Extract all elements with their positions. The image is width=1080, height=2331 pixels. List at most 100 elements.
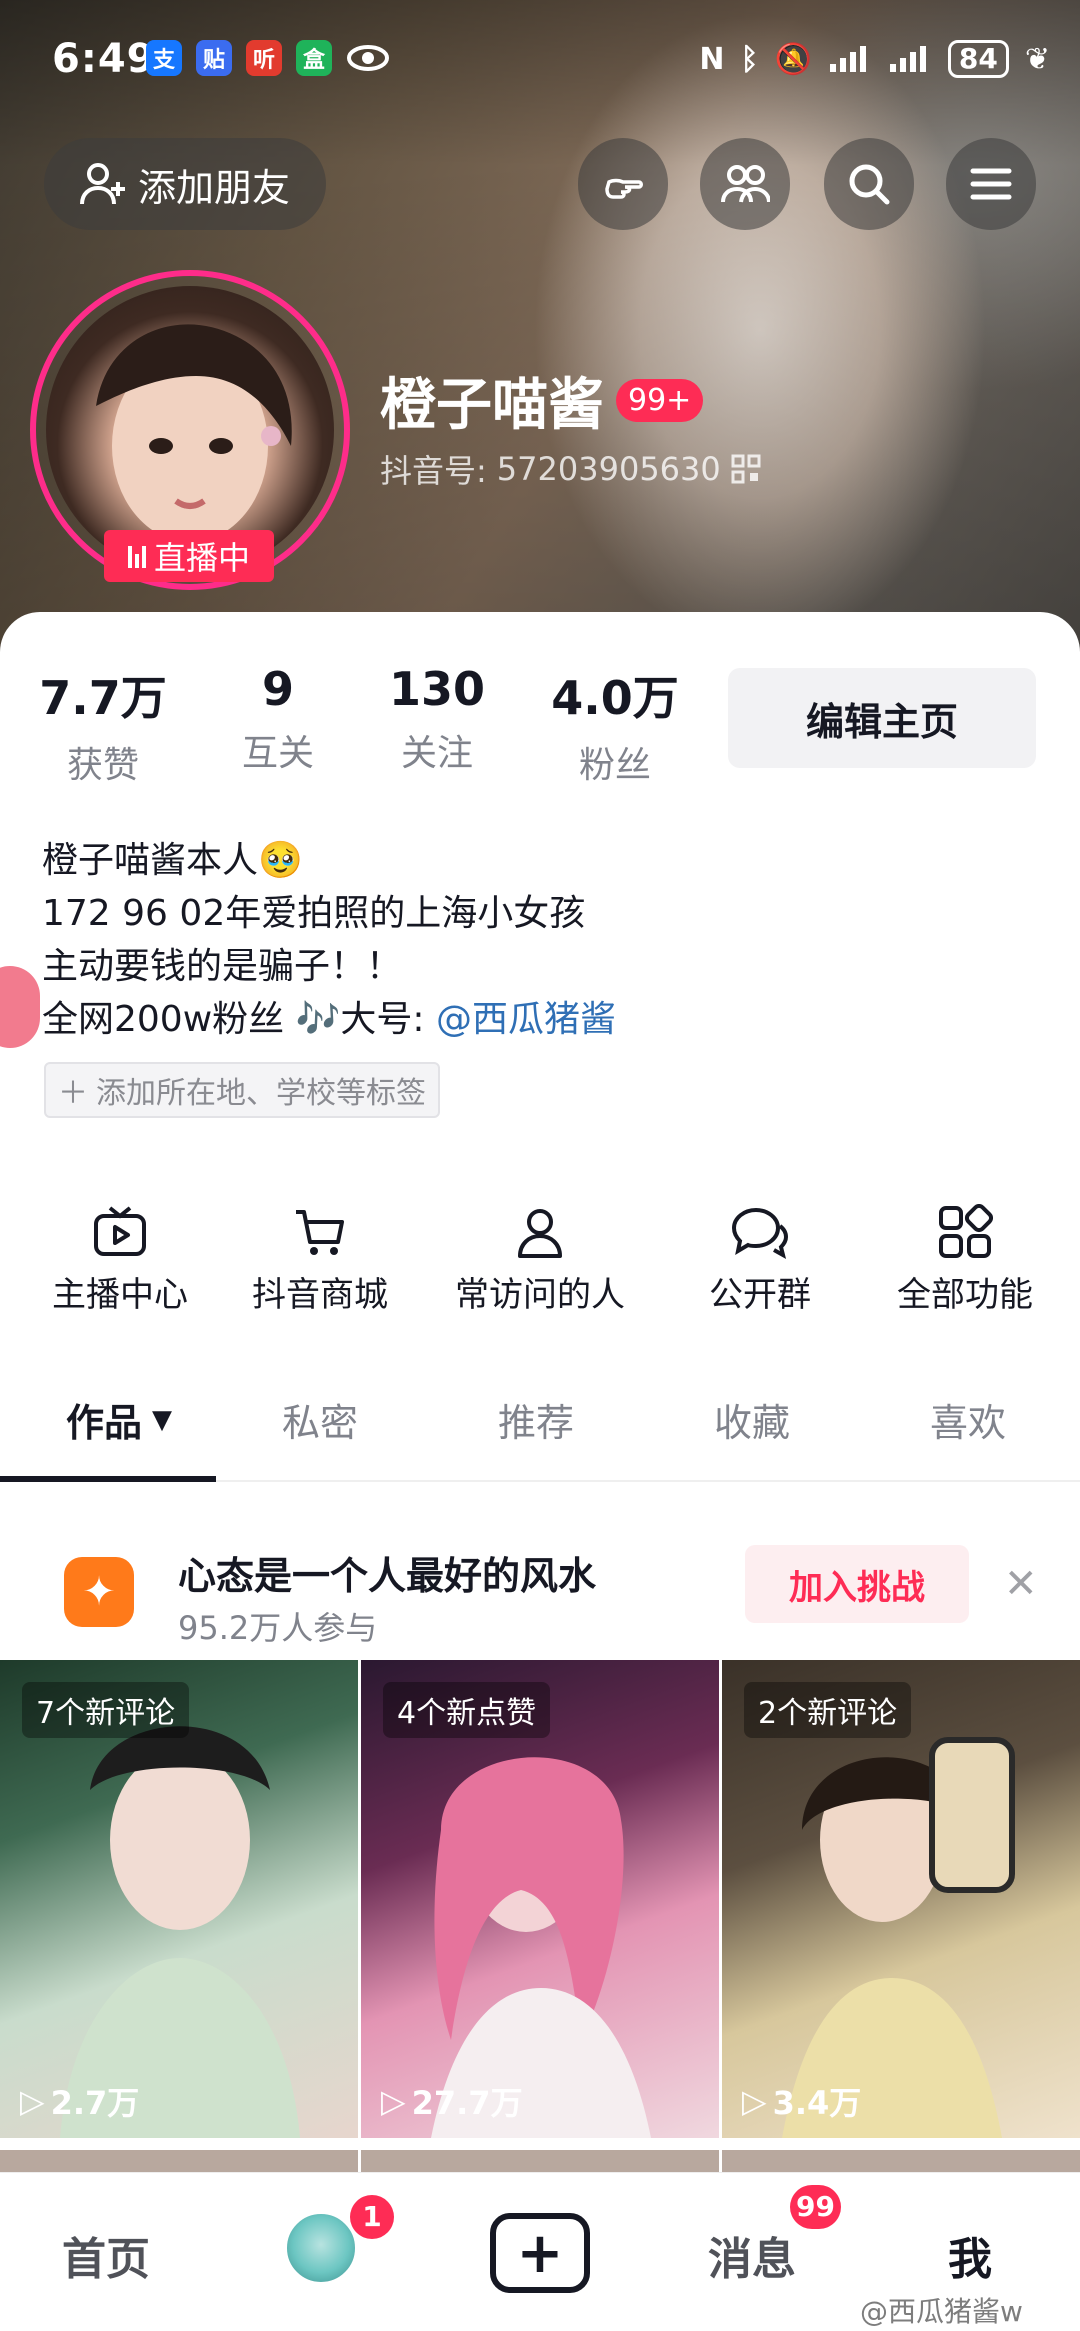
- add-friend-button[interactable]: 添加朋友: [44, 138, 326, 230]
- nickname-badge[interactable]: 99+: [616, 379, 704, 422]
- messages-badge: 99: [790, 2185, 841, 2229]
- add-friend-label: 添加朋友: [137, 165, 290, 210]
- video-note: 7个新评论: [22, 1682, 190, 1738]
- signal-icon-2: [889, 46, 926, 72]
- tab-likes[interactable]: 喜欢: [930, 1392, 1006, 1447]
- add-tag-button[interactable]: ＋ 添加所在地、学校等标签: [44, 1062, 440, 1118]
- dropdown-triangle-icon[interactable]: ▼: [152, 1405, 172, 1435]
- feature-anchor-center[interactable]: 主播中心: [40, 1197, 200, 1316]
- add-tag-label: 添加所在地、学校等标签: [96, 1076, 426, 1111]
- video-thumbnail[interactable]: 7个新评论 ▷ 2.7万: [0, 1660, 358, 2138]
- menu-icon: [970, 168, 1012, 200]
- close-icon[interactable]: ✕: [1004, 1561, 1038, 1607]
- watermark: @西瓜猪酱w: [860, 2295, 1023, 2328]
- feature-label: 抖音商城: [252, 1275, 388, 1315]
- video-thumbnail[interactable]: 2个新评论 ▷ 3.4万: [722, 1660, 1080, 2138]
- stat-label: 关注: [400, 733, 473, 774]
- douyin-id-row[interactable]: 抖音号: 57203905630: [380, 446, 761, 492]
- douyin-id: 57203905630: [496, 450, 721, 488]
- active-tab-indicator: [0, 1476, 216, 1482]
- douyin-id-label: 抖音号:: [380, 452, 487, 490]
- bio-text: 全网200w粉丝 🎶大号:: [42, 999, 425, 1040]
- bio: 橙子喵酱本人🥹 172 96 02年爱拍照的上海小女孩 主动要钱的是骗子！！ 全…: [42, 834, 616, 1046]
- play-count: ▷ 2.7万: [20, 2078, 139, 2124]
- challenge-title: 心态是一个人最好的风水: [178, 1554, 597, 1598]
- stat-followers[interactable]: 4.0万 粉丝: [540, 662, 690, 788]
- tieba-icon: 贴: [196, 40, 232, 76]
- profile-card: 7.7万 获赞 9 互关 130 关注 4.0万 粉丝 编辑主页 橙子喵酱本人🥹…: [0, 612, 1080, 2331]
- visitors-button[interactable]: [578, 138, 668, 230]
- feature-label: 全部功能: [897, 1275, 1033, 1315]
- play-count-value: 3.4万: [772, 2084, 862, 2122]
- bio-text: 橙子喵酱本人: [42, 840, 259, 881]
- live-bars-icon: [127, 544, 146, 568]
- challenge-sparkle-icon: ✦: [64, 1557, 134, 1627]
- bio-line: 全网200w粉丝 🎶大号: @西瓜猪酱: [42, 993, 616, 1046]
- feature-label: 常访问的人: [455, 1275, 625, 1315]
- feature-shortcuts: 主播中心 抖音商城 常访问的人 公开群 全部功能: [0, 1197, 1080, 1327]
- content-tabs: 作品 ▼ 私密 推荐 收藏 喜欢: [0, 1382, 1080, 1482]
- play-icon: ▷: [20, 2082, 45, 2120]
- nickname-row: 橙子喵酱 99+: [380, 360, 704, 441]
- edit-profile-button[interactable]: 编辑主页: [728, 668, 1036, 768]
- stat-value: 7.7万: [39, 671, 167, 725]
- friends-button[interactable]: [700, 138, 790, 230]
- add-person-icon: [79, 163, 125, 205]
- system-indicators: N ᛒ 🔕 84 ❦: [699, 40, 1050, 78]
- cart-icon: [296, 1210, 344, 1255]
- tab-private[interactable]: 私密: [282, 1392, 358, 1447]
- bio-line: 橙子喵酱本人🥹: [42, 834, 616, 887]
- live-badge[interactable]: 直播中: [104, 530, 274, 582]
- ximalaya-icon: 听: [246, 40, 282, 76]
- status-bar: 6:49 支 贴 听 盒 N ᛒ 🔕 84 ❦: [0, 28, 1080, 98]
- leaf-icon: ❦: [1024, 41, 1050, 77]
- tab-works[interactable]: 作品 ▼: [66, 1392, 172, 1447]
- signal-icon: [829, 46, 866, 72]
- nav-me[interactable]: 我: [948, 2223, 992, 2287]
- side-drawer-handle[interactable]: [0, 966, 40, 1048]
- create-post-button[interactable]: +: [490, 2213, 590, 2293]
- challenge-banner[interactable]: ✦ 心态是一个人最好的风水 95.2万人参与 加入挑战 ✕: [0, 1517, 1080, 1667]
- video-thumbnail[interactable]: 4个新点赞 ▷ 27.7万: [361, 1660, 719, 2138]
- stat-value: 4.0万: [551, 671, 679, 725]
- feature-public-group[interactable]: 公开群: [680, 1197, 840, 1316]
- tab-recommend[interactable]: 推荐: [498, 1392, 574, 1447]
- stat-value: 9: [261, 662, 294, 716]
- nav-friends-avatar[interactable]: [284, 2211, 358, 2285]
- feature-label: 公开群: [709, 1275, 811, 1315]
- battery-indicator: 84: [947, 40, 1009, 78]
- plus-icon: ＋: [58, 1076, 88, 1111]
- nickname: 橙子喵酱: [380, 373, 604, 438]
- join-challenge-button[interactable]: 加入挑战: [745, 1545, 969, 1623]
- tab-favorites[interactable]: 收藏: [714, 1392, 790, 1447]
- chat-icon: [731, 1207, 789, 1259]
- nav-messages[interactable]: 消息: [708, 2223, 796, 2287]
- friends-badge: 1: [350, 2195, 394, 2239]
- nav-home[interactable]: 首页: [62, 2223, 150, 2287]
- play-count: ▷ 27.7万: [381, 2078, 523, 2124]
- play-count: ▷ 3.4万: [742, 2078, 861, 2124]
- stat-label: 互关: [241, 733, 314, 774]
- bluetooth-icon: ᛒ: [740, 41, 759, 77]
- feature-douyin-mall[interactable]: 抖音商城: [240, 1197, 400, 1316]
- eye-icon: [347, 45, 389, 71]
- video-grid: 7个新评论 ▷ 2.7万 4个新点赞 ▷ 27.7万 2个新评论 ▷ 3.4万: [0, 1660, 1080, 2180]
- search-button[interactable]: [824, 138, 914, 230]
- bio-line: 主动要钱的是骗子！！: [42, 946, 403, 987]
- stat-following[interactable]: 130 关注: [372, 662, 502, 776]
- menu-button[interactable]: [946, 138, 1036, 230]
- stat-mutual[interactable]: 9 互关: [218, 662, 338, 776]
- mention-link[interactable]: @西瓜猪酱: [436, 999, 616, 1040]
- feature-all-functions[interactable]: 全部功能: [880, 1197, 1050, 1316]
- feature-frequent-visitors[interactable]: 常访问的人: [440, 1197, 640, 1316]
- qrcode-icon[interactable]: [731, 454, 761, 484]
- nfc-icon: N: [699, 41, 725, 77]
- play-count-value: 2.7万: [50, 2084, 140, 2122]
- stat-likes[interactable]: 7.7万 获赞: [38, 662, 168, 788]
- alipay-icon: 支: [146, 40, 182, 76]
- hema-icon: 盒: [296, 40, 332, 76]
- tv-icon: [94, 1206, 146, 1256]
- people-icon: [721, 165, 770, 203]
- footprint-hand-icon: [605, 178, 643, 199]
- mute-icon: 🔕: [774, 41, 812, 77]
